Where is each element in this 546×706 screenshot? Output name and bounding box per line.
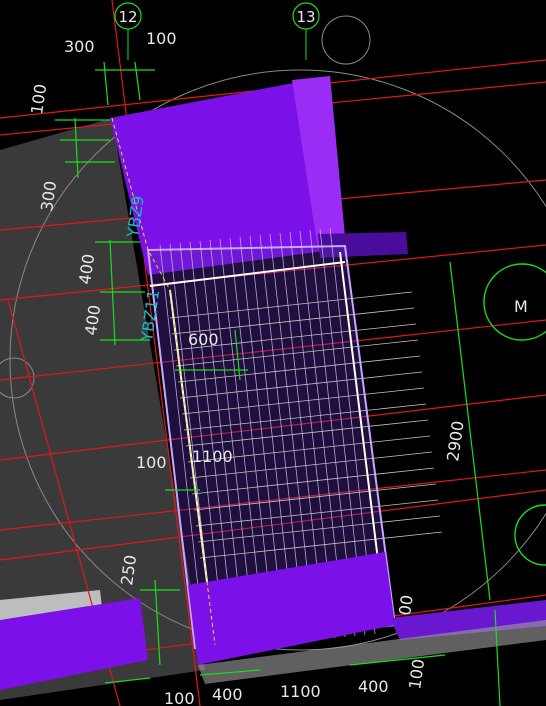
dim-bottom-400b: 400 — [358, 677, 389, 696]
axis-13: 13 — [292, 2, 320, 60]
dim-2900: 2900 — [443, 420, 467, 463]
svg-text:13: 13 — [296, 8, 315, 26]
dim-00-right: 00 — [395, 594, 417, 617]
dim-bottom-100b: 100 — [405, 658, 428, 691]
dim-bottom-400a: 400 — [212, 685, 243, 704]
dim-600: 600 — [188, 330, 219, 349]
dim-top-300: 300 — [64, 37, 95, 56]
small-circle-top — [321, 15, 371, 65]
dim-1100-mid: 1100 — [192, 447, 233, 466]
cad-viewport[interactable]: 12 13 M 300 100 100 300 400 400 YBZ9 YBZ… — [0, 0, 546, 706]
dim-bottom-1100: 1100 — [280, 682, 321, 701]
m-label: M — [514, 297, 528, 316]
dim-top-100: 100 — [146, 29, 177, 48]
cad-drawing: 12 13 M 300 100 100 300 400 400 YBZ9 YBZ… — [0, 0, 546, 706]
dim-bottom-100: 100 — [164, 689, 195, 706]
svg-text:12: 12 — [118, 8, 137, 26]
dim-100-mid: 100 — [136, 453, 167, 472]
dim-left-100: 100 — [27, 83, 50, 116]
m-circle-lower — [514, 504, 546, 566]
